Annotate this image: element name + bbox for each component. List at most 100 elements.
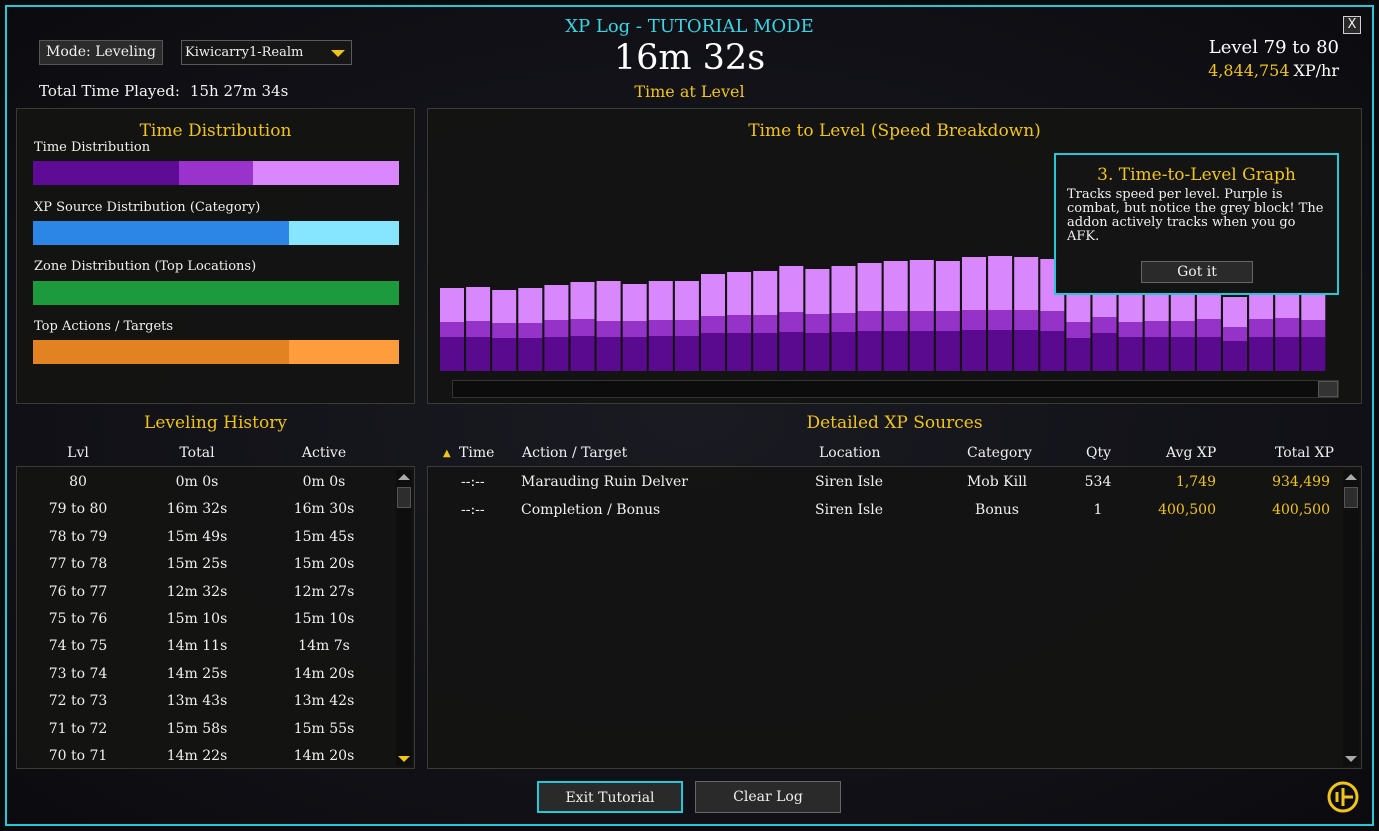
history-row[interactable]: 70 to 71 14m 22s 14m 20s [17,748,397,775]
chart-bar-segment[interactable] [1301,320,1326,337]
chart-bar-segment[interactable] [779,332,804,371]
chart-bar-segment[interactable] [1196,337,1221,371]
chart-bar-segment[interactable] [1118,322,1143,337]
chart-bar-segment[interactable] [753,315,778,333]
got-it-button[interactable]: Got it [1141,261,1253,283]
chart-bar-segment[interactable] [753,271,778,315]
chart-bar-segment[interactable] [779,312,804,332]
chart-bar-segment[interactable] [648,336,673,371]
scroll-up-icon[interactable] [398,474,410,480]
chart-bar-segment[interactable] [1014,330,1039,371]
chart-bar-segment[interactable] [1040,331,1065,371]
distribution-segment[interactable] [289,340,399,364]
chart-bar-segment[interactable] [831,266,856,313]
chart-bar-segment[interactable] [909,260,934,311]
chart-bar-segment[interactable] [935,261,960,311]
chart-bar-segment[interactable] [805,333,830,371]
chart-bar-segment[interactable] [962,310,986,330]
chart-bar-segment[interactable] [701,316,725,333]
chart-bar-segment[interactable] [909,331,934,371]
chart-bar-segment[interactable] [1066,322,1091,338]
chart-bar-segment[interactable] [1014,257,1039,310]
chart-scroll-thumb[interactable] [1318,381,1338,397]
chart-bar-segment[interactable] [1014,310,1039,330]
chart-bar-segment[interactable] [1066,338,1091,371]
chart-bar-segment[interactable] [544,337,569,371]
chart-bar-segment[interactable] [727,333,752,371]
sources-col-location[interactable]: Location [819,445,880,461]
chart-bar-segment[interactable] [805,314,830,333]
chart-bar-segment[interactable] [727,272,752,315]
xp-source-row[interactable]: --:-- Completion / Bonus Siren Isle Bonus 1 4… [428,502,1340,530]
history-row[interactable]: 73 to 74 14m 25s 14m 20s [17,666,397,693]
distribution-bar[interactable] [33,281,399,305]
chart-bar-segment[interactable] [1144,337,1169,371]
history-scrollbar[interactable] [396,470,412,766]
sources-col-avg-xp[interactable]: Avg XP [1166,445,1216,461]
chart-bar-segment[interactable] [962,330,986,371]
chart-bar-segment[interactable] [1144,321,1169,337]
chart-bar-segment[interactable] [1275,318,1300,337]
chart-bar-segment[interactable] [883,331,908,371]
chart-bar-segment[interactable] [1249,319,1274,337]
chart-bar-segment[interactable] [988,310,1013,330]
chart-bar-segment[interactable] [622,321,647,337]
chart-bar-segment[interactable] [1040,311,1065,331]
history-row[interactable]: 79 to 80 16m 32s 16m 30s [17,501,397,528]
chart-bar-segment[interactable] [1275,337,1300,371]
sources-col-action[interactable]: Action / Target [522,445,627,461]
distribution-segment[interactable] [33,221,290,245]
chart-bar-segment[interactable] [440,337,464,371]
chart-bar-segment[interactable] [492,290,517,323]
chart-bar-segment[interactable] [440,288,464,322]
sources-col-total-xp[interactable]: Total XP [1275,445,1334,461]
chart-bar-segment[interactable] [857,263,882,311]
chart-bar-segment[interactable] [753,333,778,371]
chart-bar-segment[interactable] [701,333,725,371]
chart-bar-segment[interactable] [727,315,752,333]
exit-tutorial-button[interactable]: Exit Tutorial [537,781,683,813]
chart-bar-segment[interactable] [779,266,804,312]
chart-bar-segment[interactable] [466,337,491,371]
history-row[interactable]: 71 to 72 15m 58s 15m 55s [17,721,397,748]
sources-scroll-thumb[interactable] [1344,487,1358,508]
chart-bar-segment[interactable] [570,336,595,371]
distribution-segment[interactable] [289,221,399,245]
chart-bar-segment[interactable] [570,282,595,319]
distribution-segment[interactable] [33,340,290,364]
chart-bar-segment[interactable] [648,281,673,320]
chart-bar-segment[interactable] [1118,337,1143,371]
chart-bar-segment[interactable] [596,281,621,321]
history-col-total[interactable]: Total [139,445,255,461]
chart-bar-segment[interactable] [1196,319,1221,337]
chart-bar-segment[interactable] [857,331,882,371]
chart-bar-segment[interactable] [518,338,543,371]
chart-bar-segment[interactable] [831,313,856,332]
chart-bar-segment[interactable] [935,331,960,371]
chart-bar-segment[interactable] [909,311,934,331]
chart-bar-segment[interactable] [1092,317,1117,333]
chart-bar-segment[interactable] [596,321,621,337]
chart-bar-segment[interactable] [466,287,491,321]
chart-bar-segment[interactable] [701,274,725,316]
distribution-bar[interactable] [33,161,399,185]
chart-bar-segment[interactable] [1170,321,1195,337]
chart-bar-segment[interactable] [1092,333,1117,371]
chart-bar-segment[interactable] [1223,327,1247,341]
scroll-up-icon[interactable] [1345,474,1357,480]
scroll-down-icon[interactable] [398,756,410,762]
chart-bar-segment[interactable] [596,337,621,371]
chart-bar-segment[interactable] [1301,337,1326,371]
chart-bar-segment[interactable] [1223,341,1247,371]
chart-bar-segment[interactable] [988,330,1013,371]
distribution-bar[interactable] [33,221,399,245]
chart-bar-segment[interactable] [622,284,647,321]
chart-bar-segment[interactable] [988,256,1013,310]
chart-bar-segment[interactable] [622,337,647,371]
distribution-segment[interactable] [179,161,253,185]
history-row[interactable]: 75 to 76 15m 10s 15m 10s [17,611,397,638]
chart-bar-segment[interactable] [544,285,569,320]
chart-bar-segment[interactable] [544,320,569,337]
history-scroll-thumb[interactable] [397,487,411,508]
sources-col-category[interactable]: Category [967,445,1032,461]
